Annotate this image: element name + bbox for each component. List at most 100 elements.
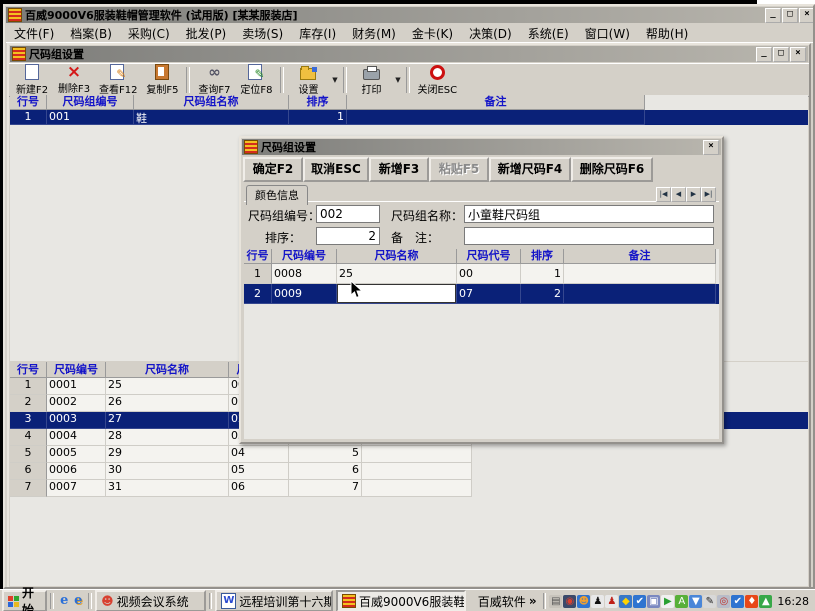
note-input[interactable] [464, 227, 714, 245]
dialog-title: 尺码组设置 [261, 139, 316, 155]
close-esc-button[interactable]: 关闭ESC [413, 65, 461, 95]
taskbar: 开始 e e ☻ 视频会议系统 W 远程培训第十六期.do... 百威9000V… [0, 589, 815, 611]
ok-button[interactable]: 确定F2 [243, 157, 303, 182]
taskbar-button-video-conference[interactable]: ☻ 视频会议系统 [95, 590, 206, 611]
size-row-5[interactable]: 5 0005 29 04 5 [10, 446, 808, 463]
menu-goldcard[interactable]: 金卡(K) [404, 23, 461, 44]
nav-prev-button[interactable]: ◀ [671, 187, 686, 202]
record-nav: |◀◀▶▶| [656, 186, 716, 202]
taskbar-button-word-doc[interactable]: W 远程培训第十六期.do... [215, 590, 333, 611]
menu-wholesale[interactable]: 批发(P) [178, 23, 235, 44]
child-minimize-button[interactable]: _ [756, 47, 772, 62]
size-group-row[interactable]: 1 001 鞋 1 [10, 110, 808, 125]
locate-button[interactable]: ✎ 定位F8 [235, 65, 277, 95]
tray-network-icon[interactable]: ▣ [647, 595, 660, 608]
taskbar-separator [543, 593, 547, 609]
nav-next-button[interactable]: ▶ [686, 187, 701, 202]
tray-swirl-icon[interactable]: ◎ [717, 595, 730, 608]
sort-label: 排序： [265, 229, 301, 246]
menu-inventory[interactable]: 库存(I) [291, 23, 344, 44]
app-icon [8, 8, 22, 22]
dialog-size-row-1[interactable]: 1 0008 25 00 1 [244, 264, 719, 284]
delete-button[interactable]: × 删除F3 [53, 65, 95, 95]
app-icon [342, 594, 356, 608]
dialog-size-row-2-selected[interactable]: 2 0009 07 2 [244, 284, 719, 304]
print-dropdown-arrow[interactable]: ▼ [392, 65, 403, 95]
size-group-dialog: 尺码组设置 × 确定F2取消ESC新增F3粘贴F5新增尺码F4删除尺码F6 颜色… [239, 136, 724, 444]
menu-help[interactable]: 帮助(H) [638, 23, 696, 44]
dialog-icon [244, 140, 258, 154]
group-name-input[interactable] [464, 205, 714, 223]
tray-shield-icon[interactable]: ◆ [619, 595, 632, 608]
new-page-icon [25, 64, 39, 80]
delete-x-icon: × [67, 65, 81, 79]
menu-purchase[interactable]: 采购(C) [120, 23, 178, 44]
tray-recorder-icon[interactable]: ◉ [563, 595, 576, 608]
cancel-button[interactable]: 取消ESC [303, 157, 369, 182]
menu-system[interactable]: 系统(E) [520, 23, 577, 44]
child-window-title: 尺码组设置 [29, 46, 84, 62]
toolbar-separator [186, 67, 190, 93]
toolbar-separator [280, 67, 284, 93]
taskbar-button-app-active[interactable]: 百威9000V6服装鞋帽... [336, 590, 466, 611]
main-window: 百威9000V6服装鞋帽管理软件 (试用版) [某某服装店] _ □ × 文件(… [3, 4, 815, 589]
start-button[interactable]: 开始 [2, 590, 47, 611]
child-maximize-button[interactable]: □ [773, 47, 789, 62]
main-titlebar: 百威9000V6服装鞋帽管理软件 (试用版) [某某服装店] _ □ × [6, 7, 815, 23]
sort-input[interactable] [316, 227, 380, 245]
people-icon: ☻ [101, 594, 114, 608]
tray-printer-icon[interactable]: ▤ [549, 595, 562, 608]
menu-file[interactable]: 文件(F) [6, 23, 62, 44]
group-code-input[interactable] [316, 205, 380, 223]
tray-qq-icon[interactable]: ♟ [591, 595, 604, 608]
nav-first-button[interactable]: |◀ [656, 187, 671, 202]
minimize-button[interactable]: _ [765, 8, 781, 23]
child-close-button[interactable]: × [790, 47, 806, 62]
taskbar-separator [88, 593, 92, 609]
dialog-titlebar: 尺码组设置 × [242, 139, 721, 155]
menu-window[interactable]: 窗口(W) [577, 23, 638, 44]
menu-decision[interactable]: 决策(D) [461, 23, 520, 44]
menu-archive[interactable]: 档案(B) [62, 23, 120, 44]
tray-media-icon[interactable]: ▶ [661, 595, 674, 608]
add-size-button[interactable]: 新增尺码F4 [489, 157, 571, 182]
tray-check-square-icon[interactable]: ✔ [731, 595, 744, 608]
maximize-button[interactable]: □ [782, 8, 798, 23]
settings-dropdown-arrow[interactable]: ▼ [329, 65, 340, 95]
add-button[interactable]: 新增F3 [369, 157, 429, 182]
tray-update-icon[interactable]: ▲ [759, 595, 772, 608]
paste-button[interactable]: 粘贴F5 [429, 157, 489, 182]
close-stop-icon [430, 65, 445, 80]
tray-user-icon[interactable]: ☻ [577, 595, 590, 608]
menu-store[interactable]: 卖场(S) [234, 23, 291, 44]
dialog-close-button[interactable]: × [703, 140, 719, 155]
settings-button[interactable]: 设置 [287, 65, 329, 95]
child-window: 尺码组设置 _ □ × 新建F2 × 删除F3 ✎ 查看F12 [7, 43, 811, 589]
toolbar-chevron[interactable]: » [526, 594, 540, 608]
size-row-7[interactable]: 7 0007 31 06 7 [10, 480, 808, 497]
ie2-quicklaunch-icon[interactable]: e [71, 593, 85, 609]
tray-qq2-icon[interactable]: ♟ [605, 595, 618, 608]
taskbar-clock: 16:28 [777, 595, 809, 608]
tray-flame-icon[interactable]: ♦ [745, 595, 758, 608]
size-group-header: 行号 尺码组编号 尺码组名称 排序 备注 [10, 95, 808, 110]
nav-last-button[interactable]: ▶| [701, 187, 716, 202]
size-row-6[interactable]: 6 0006 30 05 6 [10, 463, 808, 480]
menu-finance[interactable]: 财务(M) [344, 23, 404, 44]
settings-folder-icon [300, 65, 316, 80]
delete-size-button[interactable]: 删除尺码F6 [571, 157, 653, 182]
tab-color-info[interactable]: 颜色信息 [246, 185, 308, 205]
new-button[interactable]: 新建F2 [11, 65, 53, 95]
query-binoculars-icon: ∞ [208, 64, 221, 80]
ie-quicklaunch-icon[interactable]: e [57, 593, 71, 609]
tray-antivirus-icon[interactable]: A [675, 595, 688, 608]
close-button[interactable]: × [799, 8, 815, 23]
tray-shield2-icon[interactable]: ▼ [689, 595, 702, 608]
tray-check-shield-icon[interactable]: ✔ [633, 595, 646, 608]
query-button[interactable]: ∞ 查询F7 [193, 65, 235, 95]
view-button[interactable]: ✎ 查看F12 [95, 65, 141, 95]
copy-button[interactable]: 复制F5 [141, 65, 183, 95]
print-button[interactable]: 打印 [350, 65, 392, 95]
print-icon [363, 65, 380, 80]
tray-pen-icon[interactable]: ✎ [703, 595, 716, 608]
